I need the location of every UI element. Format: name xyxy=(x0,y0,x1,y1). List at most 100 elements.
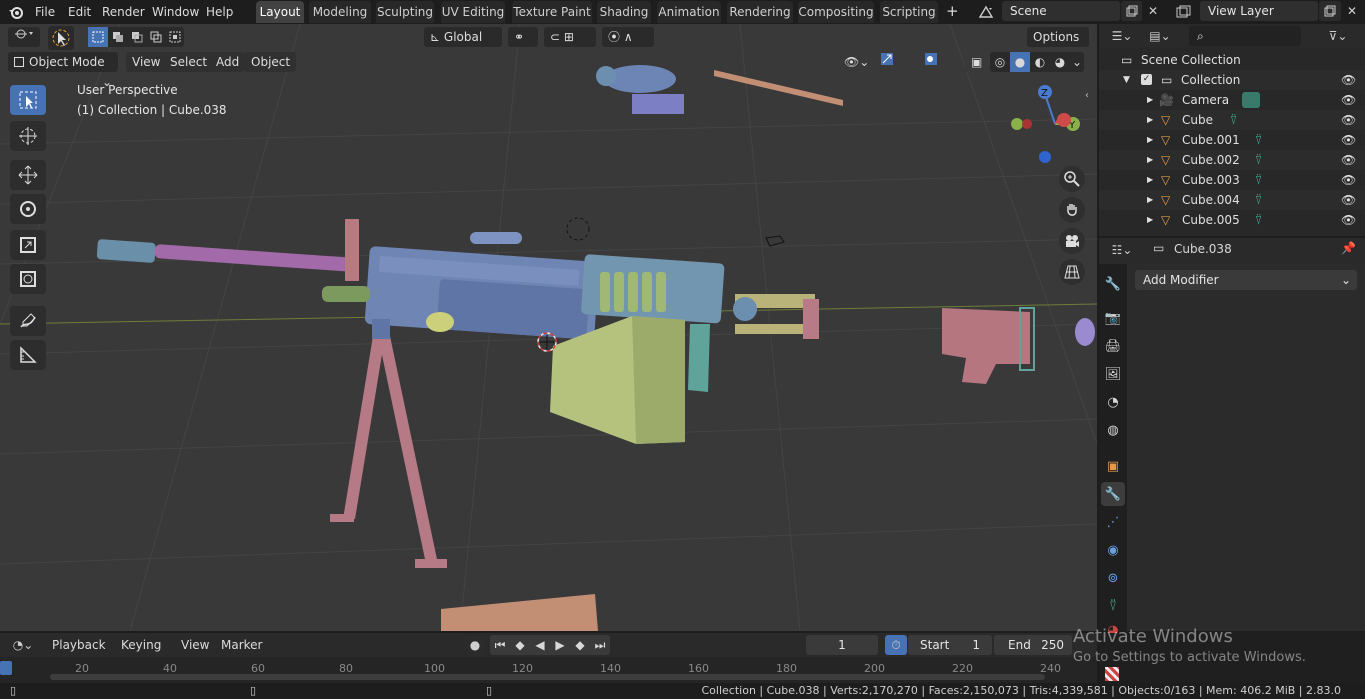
tab-scripting[interactable]: Scripting xyxy=(880,1,938,23)
scene-name-field[interactable]: Scene xyxy=(1002,1,1120,21)
prev-keyframe-icon[interactable]: ◆ xyxy=(510,638,530,652)
world-tab-icon[interactable]: ◍ xyxy=(1101,418,1125,442)
record-icon[interactable]: ● xyxy=(464,635,486,655)
camera-view-icon[interactable] xyxy=(1059,228,1085,254)
rotate-tool-icon[interactable] xyxy=(10,194,46,224)
scene-selector-icon[interactable] xyxy=(972,2,1000,22)
collection-checkbox[interactable]: ✓ xyxy=(1141,74,1152,85)
mesh-data-icon[interactable]: ⍢ xyxy=(1255,150,1262,170)
expand-chevron-icon[interactable]: ▶ xyxy=(1147,210,1153,230)
select-intersect-icon[interactable] xyxy=(165,27,184,47)
properties-editor-type-icon[interactable]: ☷⌄ xyxy=(1107,240,1137,260)
outliner-item-cube-003[interactable]: ▶ ▽ Cube.003 ⍢ 👁 xyxy=(1099,170,1365,190)
transform-tool-icon[interactable] xyxy=(10,264,46,294)
tab-rendering[interactable]: Rendering xyxy=(727,1,793,23)
display-mode-icon[interactable]: ▤⌄ xyxy=(1145,26,1175,46)
visibility-icon[interactable]: 👁⌄ xyxy=(838,52,878,72)
eye-icon[interactable]: 👁 xyxy=(1341,190,1356,210)
solid-shading-icon[interactable]: ● xyxy=(1010,52,1030,72)
3d-viewport[interactable]: Object Mode ⌄ View Select Add Object ⊾ Gl… xyxy=(0,24,1097,631)
jump-start-icon[interactable]: ⏮ xyxy=(490,638,510,653)
expand-chevron-icon[interactable]: ▶ xyxy=(1147,130,1153,150)
render-tab-icon[interactable]: 📷 xyxy=(1101,306,1125,330)
pin-icon[interactable]: 📌 xyxy=(1341,241,1356,255)
scene-collection-row[interactable]: ▭ Scene Collection xyxy=(1099,50,1365,70)
expand-chevron-icon[interactable]: ▶ xyxy=(1147,170,1153,190)
rendered-shading-icon[interactable]: ◕ xyxy=(1050,55,1070,69)
playhead[interactable] xyxy=(0,661,12,675)
timeline-ruler[interactable]: 20 40 60 80 100 120 140 160 180 200 220 … xyxy=(0,657,1097,683)
pivot-point-icon[interactable]: ⚭ xyxy=(508,27,538,47)
expand-chevron-icon[interactable]: ▶ xyxy=(1147,150,1153,170)
select-mode-cursor-icon[interactable] xyxy=(48,26,74,50)
viewport-menu-add[interactable]: Add xyxy=(210,52,246,72)
pan-hand-icon[interactable] xyxy=(1059,197,1085,223)
eye-icon[interactable]: 👁 xyxy=(1341,170,1356,190)
outliner-item-cube-001[interactable]: ▶ ▽ Cube.001 ⍢ 👁 xyxy=(1099,130,1365,150)
menu-file[interactable]: File xyxy=(35,3,55,21)
annotate-tool-icon[interactable] xyxy=(10,306,46,336)
eye-icon[interactable]: 👁 xyxy=(1341,150,1356,170)
xray-toggle-icon[interactable]: ▣ xyxy=(965,52,987,72)
timeline-menu-playback[interactable]: Playback xyxy=(52,636,106,654)
tool-settings-tab-icon[interactable]: 🔧 xyxy=(1101,272,1125,296)
tab-uv-editing[interactable]: UV Editing xyxy=(441,1,505,23)
tab-sculpting[interactable]: Sculpting xyxy=(376,1,434,23)
viewport-menu-object[interactable]: Object xyxy=(245,52,297,72)
expand-chevron-icon[interactable]: ▶ xyxy=(1147,190,1153,210)
next-keyframe-icon[interactable]: ◆ xyxy=(570,638,590,652)
object-mode-dropdown[interactable]: Object Mode ⌄ xyxy=(8,52,118,89)
zoom-icon[interactable] xyxy=(1059,166,1085,192)
mesh-data-icon[interactable]: ⍢ xyxy=(1255,210,1262,230)
play-reverse-icon[interactable]: ◀ xyxy=(530,638,550,652)
jump-end-icon[interactable]: ⏭ xyxy=(590,638,610,653)
mesh-data-icon[interactable]: ⍢ xyxy=(1255,170,1262,190)
outliner-item-cube-002[interactable]: ▶ ▽ Cube.002 ⍢ 👁 xyxy=(1099,150,1365,170)
object-tab-icon[interactable]: ▣ xyxy=(1101,454,1125,478)
tab-animation[interactable]: Animation xyxy=(657,1,721,23)
menu-window[interactable]: Window xyxy=(152,3,199,21)
collection-row[interactable]: ▼ ✓ ▭ Collection 👁 xyxy=(1099,70,1365,90)
eye-icon[interactable]: 👁 xyxy=(1341,90,1356,110)
tab-compositing[interactable]: Compositing xyxy=(798,1,874,23)
constraints-tab-icon[interactable]: ⊚ xyxy=(1101,566,1125,590)
select-extend-icon[interactable] xyxy=(108,27,127,47)
editor-type-icon[interactable] xyxy=(8,27,40,47)
expand-chevron-icon[interactable]: ▼ xyxy=(1123,70,1130,90)
eye-icon[interactable]: 👁 xyxy=(1341,210,1356,230)
timeline-scrollbar[interactable] xyxy=(50,674,1045,680)
camera-data-icon[interactable] xyxy=(1242,92,1260,108)
close-view-layer-icon[interactable]: ✕ xyxy=(1341,1,1363,21)
scale-tool-icon[interactable] xyxy=(10,230,46,260)
perspective-toggle-icon[interactable] xyxy=(1059,259,1085,285)
tab-shading[interactable]: Shading xyxy=(597,1,651,23)
expand-chevron-icon[interactable]: ▶ xyxy=(1147,90,1153,110)
select-subtract-icon[interactable] xyxy=(127,27,146,47)
options-dropdown[interactable]: Options ⌄ xyxy=(1027,27,1089,64)
tab-layout[interactable]: Layout xyxy=(256,1,304,23)
cursor-tool-icon[interactable] xyxy=(10,121,46,151)
tab-modeling[interactable]: Modeling xyxy=(309,1,371,23)
menu-help[interactable]: Help xyxy=(206,3,233,21)
gizmo-neg-y-icon[interactable] xyxy=(1011,118,1023,130)
mesh-data-icon[interactable]: ⍢ xyxy=(1255,130,1262,150)
outliner-item-camera[interactable]: ▶ 🎥 Camera 👁 xyxy=(1099,90,1365,110)
current-frame-field[interactable]: 1 xyxy=(806,635,878,655)
gizmo-x-axis-icon[interactable] xyxy=(1057,113,1071,127)
viewport-menu-select[interactable]: Select xyxy=(164,52,214,72)
outliner-item-cube-005[interactable]: ▶ ▽ Cube.005 ⍢ 👁 xyxy=(1099,210,1365,230)
menu-render[interactable]: Render xyxy=(102,3,145,21)
shading-options-chevron-icon[interactable]: ⌄ xyxy=(1070,55,1084,69)
new-scene-icon[interactable] xyxy=(1121,1,1143,21)
move-tool-icon[interactable] xyxy=(10,160,46,190)
eye-icon[interactable]: 👁 xyxy=(1341,70,1356,90)
viewport-menu-view[interactable]: View xyxy=(126,52,167,72)
snap-toggle-icon[interactable]: ⊂ ⊞ xyxy=(544,27,596,47)
add-workspace-button[interactable]: + xyxy=(946,2,959,20)
particles-tab-icon[interactable]: ⋰ xyxy=(1101,510,1125,534)
texture-tab-icon[interactable] xyxy=(1105,667,1119,681)
menu-edit[interactable]: Edit xyxy=(68,3,91,21)
wireframe-shading-icon[interactable]: ◎ xyxy=(990,55,1010,69)
blender-logo-icon[interactable] xyxy=(8,4,24,20)
data-tab-icon[interactable]: ⍢ xyxy=(1101,594,1125,618)
